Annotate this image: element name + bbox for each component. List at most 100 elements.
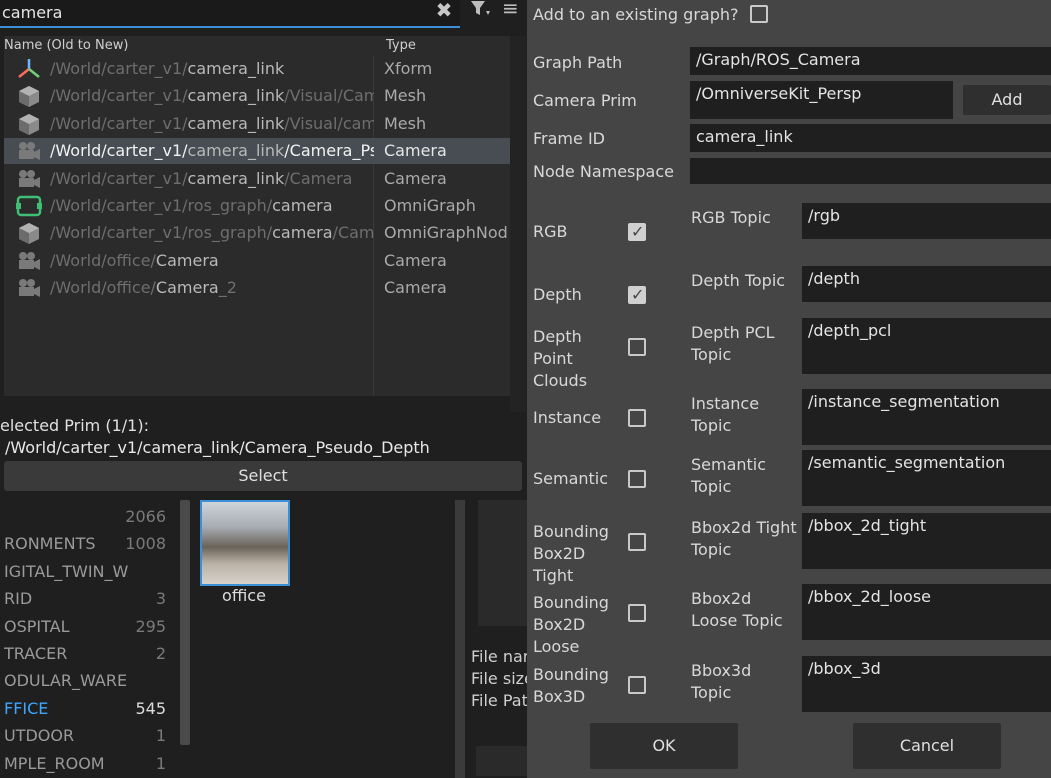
table-row[interactable]: /World/office/Camera_2 Camera	[4, 275, 510, 301]
row-type: Camera	[384, 168, 447, 188]
row-type: Mesh	[384, 86, 427, 106]
topic-label: Depth Topic	[691, 271, 786, 290]
mesh-icon	[16, 84, 42, 108]
camera-icon	[16, 167, 42, 191]
option-label: Depth Point Clouds	[533, 327, 588, 390]
path-match: camera_link	[187, 141, 285, 161]
row-path: /World/carter_v1/camera_link/Visual/Cam	[50, 86, 374, 105]
category-count: 2066	[125, 507, 166, 526]
node-namespace-field[interactable]	[690, 158, 1051, 184]
topic-field[interactable]: /rgb	[802, 203, 1051, 239]
category-name: RONMENTS	[4, 534, 96, 554]
category-count: 1008	[125, 534, 166, 554]
option-checkbox[interactable]	[628, 470, 646, 488]
table-row[interactable]: /World/carter_v1/camera_link/Visual/cam M…	[4, 111, 510, 137]
table-header: Name (Old to New) Type	[4, 36, 510, 56]
option-label: RGB	[533, 222, 568, 241]
path-suffix: /Visual/cam	[284, 113, 374, 133]
option-checkbox[interactable]	[628, 533, 646, 551]
add-existing-graph-checkbox[interactable]	[750, 5, 768, 23]
row-path: /World/carter_v1/camera_link/Camera_Ps	[50, 141, 374, 160]
option-checkbox[interactable]	[628, 676, 646, 694]
option-checkbox[interactable]	[628, 222, 646, 241]
path-match: camera_link	[187, 59, 285, 78]
category-item[interactable]: FFICE 545	[4, 696, 166, 722]
option-checkbox[interactable]	[628, 604, 646, 622]
category-item[interactable]: ODULAR_WAREHOUS	[4, 668, 166, 694]
option-checkbox[interactable]	[628, 409, 646, 427]
table-row[interactable]: /World/carter_v1/ros_graph/camera/Cam Omn…	[4, 220, 510, 246]
path-suffix: /Cam	[332, 223, 374, 243]
table-row[interactable]: /World/carter_v1/camera_link Xform	[4, 56, 510, 82]
menu-icon[interactable]: ≡	[502, 0, 522, 18]
category-item[interactable]: RID 3	[4, 586, 166, 612]
graph-path-field[interactable]: /Graph/ROS_Camera	[690, 47, 1051, 75]
row-path: /World/carter_v1/camera_link/Camera	[50, 169, 374, 188]
topic-field[interactable]: /bbox_3d	[802, 656, 1051, 712]
row-path: /World/carter_v1/ros_graph/camera	[50, 196, 374, 215]
detail-preview	[478, 500, 528, 626]
table-row[interactable]: /World/carter_v1/ros_graph/camera OmniGra…	[4, 193, 510, 219]
path-suffix: _2	[218, 278, 237, 298]
close-icon[interactable]: ✖	[434, 0, 454, 22]
path-suffix: /Visual/Cam	[284, 86, 374, 106]
content-scrollbar[interactable]	[455, 500, 465, 778]
category-item[interactable]: TRACER 2	[4, 641, 166, 667]
column-name-header[interactable]: Name (Old to New)	[4, 38, 128, 53]
category-scrollbar[interactable]	[180, 500, 190, 745]
selected-prim-label: elected Prim (1/1):	[0, 416, 149, 435]
table-row[interactable]: /World/carter_v1/camera_link/Camera Camer…	[4, 166, 510, 192]
camera-prim-field[interactable]: /OmniverseKit_Persp	[690, 81, 953, 119]
path-match: camera_link	[187, 168, 285, 188]
category-item[interactable]: IGITAL_TWIN_WAREH	[4, 559, 166, 585]
row-path: /World/carter_v1/camera_link	[50, 59, 374, 78]
category-item[interactable]: 2066	[4, 504, 166, 530]
category-count: 1	[155, 753, 166, 773]
topic-field[interactable]: /depth_pcl	[802, 318, 1051, 374]
option-label: Instance	[533, 408, 602, 427]
add-button[interactable]: Add	[963, 85, 1051, 115]
topic-label: RGB Topic	[691, 208, 771, 227]
topic-field[interactable]: /instance_segmentation	[802, 389, 1051, 445]
cancel-button[interactable]: Cancel	[853, 723, 1001, 769]
omnigraph-icon	[16, 194, 42, 218]
category-item[interactable]: MPLE_ROOM 1	[4, 751, 166, 777]
office-thumbnail[interactable]	[200, 500, 290, 586]
path-prefix: /World/carter_v1/	[50, 141, 188, 161]
table-row[interactable]: /World/carter_v1/camera_link/Visual/Cam M…	[4, 83, 510, 109]
row-type: Mesh	[384, 113, 427, 133]
ros-camera-dialog: Add to an existing graph? Graph Path /Gr…	[527, 0, 1051, 778]
path-prefix: /World/carter_v1/ros_graph/	[50, 223, 273, 243]
path-prefix: /World/carter_v1/	[50, 168, 188, 188]
search-input[interactable]	[0, 0, 422, 24]
path-prefix: /World/office/	[50, 278, 156, 298]
frame-id-field[interactable]: camera_link	[690, 124, 1051, 152]
column-type-header[interactable]: Type	[386, 38, 416, 53]
category-item[interactable]: RONMENTS 1008	[4, 531, 166, 557]
camera-icon	[16, 139, 42, 163]
table-row[interactable]: /World/carter_v1/camera_link/Camera_Ps Ca…	[4, 138, 510, 165]
thumbnail-label[interactable]: office	[200, 586, 288, 605]
topic-label: Bbox3d Topic	[691, 661, 752, 702]
category-item[interactable]: UTDOOR 1	[4, 723, 166, 749]
category-item[interactable]: OSPITAL 295	[4, 614, 166, 640]
filter-icon[interactable]	[470, 0, 492, 18]
topic-field[interactable]: /depth	[802, 266, 1051, 302]
file-size-label: File size	[471, 669, 529, 688]
camera-icon	[16, 276, 42, 300]
table-row[interactable]: /World/office/Camera Camera	[4, 248, 510, 274]
option-label: Depth	[533, 285, 582, 304]
select-button[interactable]: Select	[4, 461, 522, 491]
topic-field[interactable]: /bbox_2d_tight	[802, 513, 1051, 569]
topic-field[interactable]: /semantic_segmentation	[802, 450, 1051, 506]
path-match: camera	[272, 196, 333, 215]
table-scrollbar[interactable]	[510, 36, 526, 412]
path-match: camera_link	[187, 86, 285, 106]
ok-button[interactable]: OK	[590, 723, 738, 769]
option-checkbox[interactable]	[628, 285, 646, 304]
category-count: 545	[135, 698, 166, 718]
topic-field[interactable]: /bbox_2d_loose	[802, 584, 1051, 640]
option-label: Semantic	[533, 469, 609, 488]
option-label: Bounding Box2D Loose	[533, 593, 609, 656]
option-checkbox[interactable]	[628, 338, 646, 356]
